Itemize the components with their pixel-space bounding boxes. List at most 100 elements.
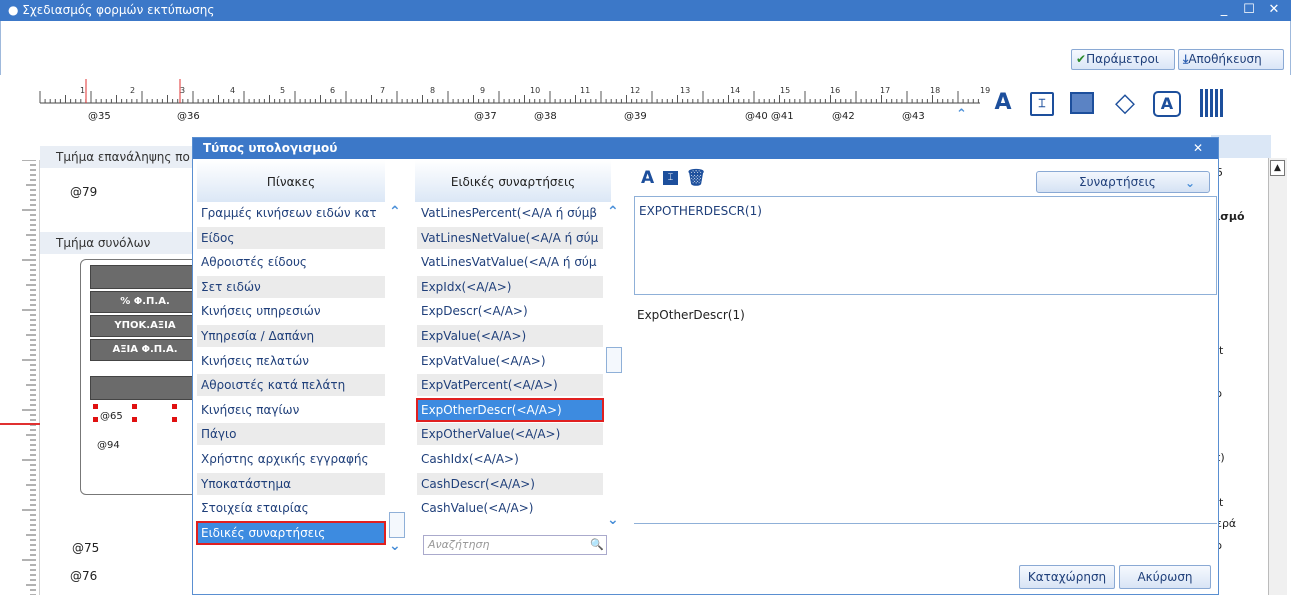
- field-94[interactable]: @94: [97, 440, 120, 451]
- function-list-item[interactable]: ExpVatPercent(<A/A>): [417, 374, 603, 397]
- function-list-item[interactable]: VatLinesPercent(<A/A ή σύμβ: [417, 202, 603, 224]
- field-65[interactable]: @65: [100, 411, 123, 422]
- designer-scrollbar[interactable]: ▲: [1268, 158, 1287, 595]
- ruler-marker: [0, 423, 40, 425]
- properties-header: [1211, 135, 1271, 158]
- ruler-field-label[interactable]: @35: [88, 111, 111, 122]
- functions-scroll-down-icon[interactable]: ⌄: [607, 512, 619, 528]
- dialog-titlebar: Τύπος υπολογισμού ✕: [193, 138, 1218, 159]
- trash-icon[interactable]: 🗑: [686, 168, 706, 187]
- ruler-field-label[interactable]: @43: [902, 111, 925, 122]
- selection-handle[interactable]: [93, 404, 98, 409]
- functions-list[interactable]: VatLinesPercent(<A/A ή σύμβ VatLinesNetVa…: [413, 202, 628, 532]
- tables-list-item[interactable]: Κινήσεις παγίων: [197, 399, 385, 421]
- tables-list-item[interactable]: Υποκατάστημα: [197, 472, 385, 495]
- expression-editor[interactable]: EXPOTHERDESCR(1): [634, 196, 1217, 295]
- scroll-up-arrow-icon[interactable]: ▲: [1270, 160, 1285, 176]
- chevron-down-icon: ⌄: [1185, 176, 1196, 190]
- tables-list-item[interactable]: Σετ ειδών: [197, 275, 385, 298]
- ruler-number: 18: [930, 86, 940, 95]
- field-75[interactable]: @75: [72, 541, 99, 555]
- font-icon[interactable]: A: [641, 168, 654, 188]
- function-list-item[interactable]: VatLinesNetValue(<A/A ή σύμ: [417, 226, 603, 249]
- function-list-item[interactable]: CashValue(<A/A>): [417, 497, 603, 519]
- function-list-item[interactable]: CashIdx(<A/A>): [417, 448, 603, 470]
- tables-list-item[interactable]: Πάγιο: [197, 423, 385, 446]
- totals-header-cell: [90, 265, 200, 289]
- cell-vat-percent[interactable]: % Φ.Π.Α.: [90, 291, 200, 313]
- ruler-number: 10: [530, 86, 540, 95]
- minimize-button[interactable]: _: [1213, 1, 1235, 19]
- selection-handle[interactable]: [132, 417, 137, 422]
- tables-scroll-down-icon[interactable]: ⌄: [389, 538, 401, 554]
- close-window-button[interactable]: ✕: [1263, 1, 1285, 19]
- maximize-button[interactable]: ☐: [1238, 1, 1260, 19]
- section-repeat-header[interactable]: Τμήμα επανάληψης πο: [40, 146, 200, 168]
- functions-scroll-up-icon[interactable]: ⌃: [607, 204, 619, 220]
- tables-list-item[interactable]: Είδος: [197, 226, 385, 249]
- tables-scroll-thumb[interactable]: [389, 512, 405, 538]
- field-79[interactable]: @79: [70, 185, 97, 199]
- function-list-item[interactable]: ExpValue(<A/A>): [417, 325, 603, 347]
- ruler-number: 12: [630, 86, 640, 95]
- selection-handle[interactable]: [93, 417, 98, 422]
- image-tool-icon[interactable]: [1070, 92, 1094, 114]
- section-totals-header[interactable]: Τμήμα συνόλων: [40, 232, 200, 254]
- ruler-field-label[interactable]: @37: [474, 111, 497, 122]
- search-icon[interactable]: 🔍: [590, 536, 604, 554]
- shape-tool-icon[interactable]: ◇: [1112, 89, 1138, 117]
- label-tool-icon[interactable]: A: [1153, 91, 1181, 117]
- tables-list-item[interactable]: Στοιχεία εταιρίας: [197, 497, 385, 519]
- save-button[interactable]: ⤓Αποθήκευση: [1178, 49, 1284, 70]
- tables-list-item[interactable]: Χρήστης αρχικής εγγραφής: [197, 448, 385, 470]
- ruler-number: 11: [580, 86, 590, 95]
- cell-net-value[interactable]: ΥΠΟΚ.ΑΞΙΑ: [90, 315, 200, 337]
- ruler-field-label[interactable]: @38: [534, 111, 557, 122]
- function-list-item[interactable]: VatLinesVatValue(<A/A ή σύμ: [417, 251, 603, 273]
- function-list-item[interactable]: ExpOtherValue(<A/A>): [417, 423, 603, 446]
- ruler-field-label[interactable]: @39: [624, 111, 647, 122]
- functions-dropdown[interactable]: Συναρτήσεις ⌄: [1036, 171, 1210, 193]
- field-insert-icon[interactable]: ⌶: [663, 171, 678, 185]
- functions-scroll-thumb[interactable]: [606, 347, 622, 373]
- ruler-number: 13: [680, 86, 690, 95]
- function-list-item[interactable]: ExpVatValue(<A/A>): [417, 350, 603, 372]
- window-title-text: Σχεδιασμός φορμών εκτύπωσης: [22, 3, 215, 17]
- ruler-field-label[interactable]: @36: [177, 111, 200, 122]
- field-tool-icon[interactable]: ⌶: [1030, 92, 1054, 116]
- functions-search-input[interactable]: Αναζήτηση 🔍: [423, 535, 607, 555]
- ruler-field-row: @35 @36 @37 @38 @39 @40 @41 @42 @43 ⌃: [0, 105, 990, 122]
- tables-list-item[interactable]: Κινήσεις υπηρεσιών: [197, 300, 385, 322]
- tables-list-item[interactable]: Υπηρεσία / Δαπάνη: [197, 325, 385, 347]
- tables-list[interactable]: Γραμμές κινήσεων ειδών κατ Είδος Αθροιστές…: [193, 202, 411, 562]
- tables-list-item[interactable]: Αθροιστές είδους: [197, 251, 385, 273]
- function-item-expotherdescr[interactable]: ExpOtherDescr(<A/A>): [416, 397, 604, 422]
- dialog-close-button[interactable]: ✕: [1193, 138, 1203, 159]
- selection-handle[interactable]: [172, 417, 177, 422]
- ok-button[interactable]: Καταχώρηση: [1019, 565, 1115, 589]
- collapse-chevron-icon[interactable]: ⌃: [956, 107, 967, 122]
- tables-item-special-functions[interactable]: Ειδικές συναρτήσεις: [196, 520, 386, 545]
- ruler-field-label[interactable]: @40 @41: [745, 111, 794, 122]
- tables-list-item[interactable]: Γραμμές κινήσεων ειδών κατ: [197, 202, 385, 224]
- function-list-item[interactable]: ExpDescr(<A/A>): [417, 300, 603, 322]
- text-tool-icon[interactable]: A: [991, 90, 1015, 116]
- barcode-tool-icon[interactable]: [1200, 89, 1224, 117]
- ruler-number: 6: [330, 86, 335, 95]
- parameters-button[interactable]: ✔Παράμετροι: [1071, 49, 1175, 70]
- function-list-item[interactable]: CashDescr(<A/A>): [417, 472, 603, 495]
- ruler-number: 1: [80, 86, 85, 95]
- selection-handle[interactable]: [172, 404, 177, 409]
- expression-text[interactable]: EXPOTHERDESCR(1): [635, 197, 1216, 225]
- selection-handle[interactable]: [132, 404, 137, 409]
- function-list-item[interactable]: ExpIdx(<A/A>): [417, 275, 603, 298]
- tables-list-item[interactable]: Κινήσεις πελατών: [197, 350, 385, 372]
- ruler-number: 15: [780, 86, 790, 95]
- tables-scroll-up-icon[interactable]: ⌃: [389, 204, 401, 220]
- tables-list-item[interactable]: Αθροιστές κατά πελάτη: [197, 374, 385, 397]
- ruler-field-label[interactable]: @42: [832, 111, 855, 122]
- cancel-button[interactable]: Ακύρωση: [1119, 565, 1211, 589]
- field-76[interactable]: @76: [70, 569, 97, 583]
- cell-vat-value[interactable]: ΑΞΙΑ Φ.Π.Α.: [90, 339, 200, 361]
- ruler-number: 3: [180, 86, 185, 95]
